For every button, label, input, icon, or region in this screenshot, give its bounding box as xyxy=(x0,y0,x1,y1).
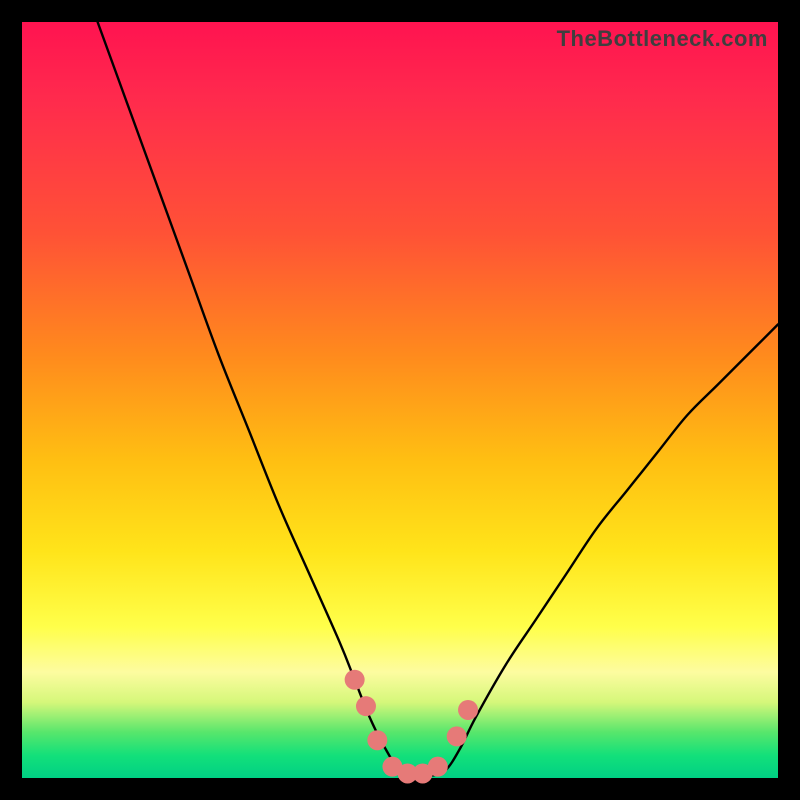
bottleneck-chart xyxy=(22,22,778,778)
curve-markers xyxy=(345,670,478,784)
plot-area: TheBottleneck.com xyxy=(22,22,778,778)
chart-frame: TheBottleneck.com xyxy=(0,0,800,800)
bottleneck-curve-path xyxy=(98,22,778,776)
curve-marker xyxy=(428,757,448,777)
curve-marker xyxy=(345,670,365,690)
curve-marker xyxy=(367,730,387,750)
curve-marker xyxy=(447,726,467,746)
curve-marker xyxy=(458,700,478,720)
curve-marker xyxy=(356,696,376,716)
